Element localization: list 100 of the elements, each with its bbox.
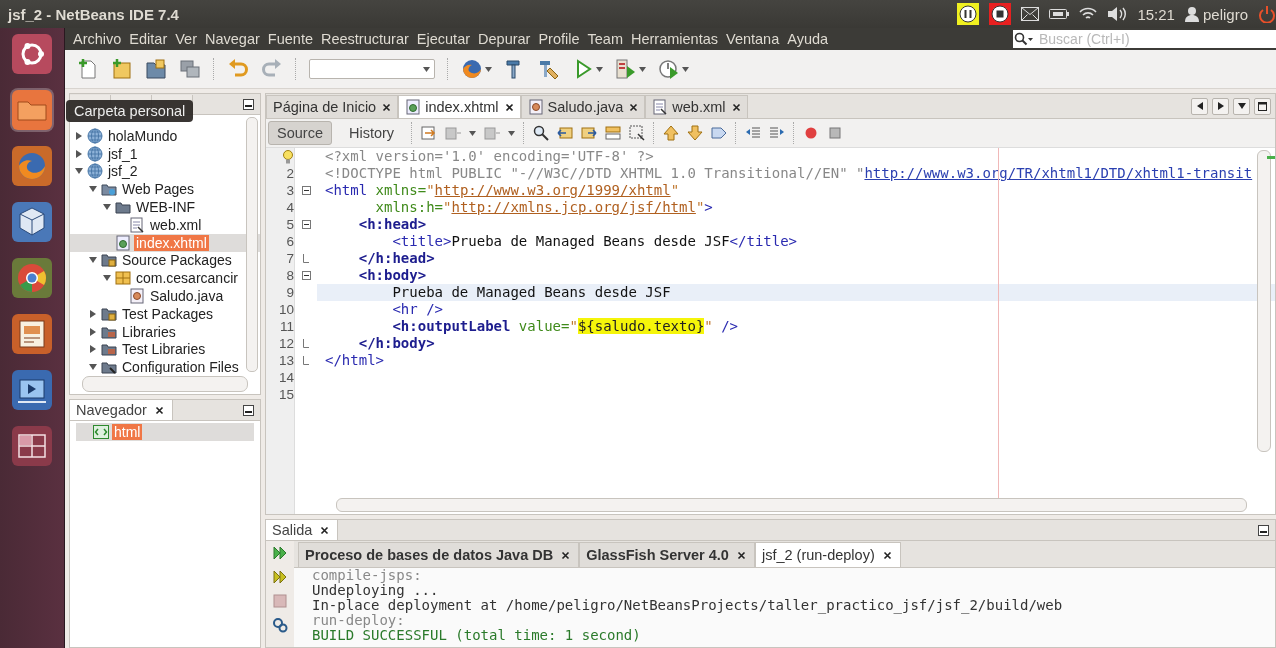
caret-icon[interactable] [423, 66, 430, 72]
wifi-icon[interactable] [1079, 7, 1098, 21]
tree-item[interactable]: jsf_1 [70, 144, 260, 163]
editor-tab[interactable]: Saludo.java [520, 95, 646, 118]
minimize-icon[interactable] [1258, 524, 1269, 536]
debug-icon[interactable] [615, 58, 637, 80]
fold-collapse-icon[interactable] [301, 186, 311, 195]
tree-item[interactable]: jsf_2 [70, 162, 260, 181]
documents-dropdown[interactable] [1233, 97, 1250, 115]
close-icon[interactable] [154, 405, 164, 415]
caret-icon[interactable] [485, 66, 492, 72]
scroll-right-button[interactable] [1212, 97, 1229, 115]
close-icon[interactable] [320, 525, 330, 535]
editor-tab[interactable]: index.xhtml [398, 95, 521, 118]
editor-tab[interactable]: web.xml [645, 95, 748, 118]
find-previous-icon[interactable] [557, 125, 574, 141]
view-toggle[interactable]: Source [268, 121, 332, 145]
tree-item[interactable]: com.cesarcancir [70, 269, 260, 288]
new-project-icon[interactable] [111, 58, 133, 80]
menu-item[interactable]: Team [583, 31, 627, 47]
menu-item[interactable]: Ayuda [783, 31, 833, 47]
fold-collapse-icon[interactable] [301, 271, 311, 280]
search-icon[interactable] [1013, 30, 1035, 48]
menu-item[interactable]: Archivo [69, 31, 126, 47]
maximize-button[interactable] [1254, 97, 1271, 115]
stop-icon[interactable] [991, 5, 1010, 23]
power-icon[interactable] [1258, 5, 1276, 23]
output-tab[interactable]: Proceso de bases de datos Java DB [298, 542, 580, 567]
last-edit-icon[interactable] [421, 125, 438, 141]
expanded-arrow-icon[interactable] [89, 363, 97, 372]
menu-item[interactable]: Reestructurar [317, 31, 413, 47]
search-field[interactable]: Buscar (Ctrl+I) [1035, 30, 1276, 48]
menu-item[interactable]: Profile [534, 31, 584, 47]
output-tab[interactable]: GlassFish Server 4.0 [579, 542, 755, 567]
close-icon[interactable] [629, 102, 639, 112]
caret-icon[interactable] [682, 66, 689, 72]
caret-icon[interactable] [469, 130, 477, 136]
new-file-icon[interactable] [77, 58, 99, 80]
settings-icon[interactable] [272, 617, 288, 633]
profile-icon[interactable] [658, 58, 680, 80]
minimize-icon[interactable] [243, 98, 254, 110]
volume-icon[interactable] [1107, 6, 1128, 22]
menu-item[interactable]: Ver [171, 31, 201, 47]
close-project-icon[interactable] [179, 58, 201, 80]
mail-icon[interactable] [1021, 7, 1040, 21]
rerun-with-options-icon[interactable] [272, 569, 288, 585]
output-tab[interactable]: jsf_2 (run-deploy) [754, 542, 901, 567]
clock[interactable]: 15:21 [1137, 5, 1175, 23]
scrollbar[interactable] [246, 117, 258, 372]
pause-icon[interactable] [959, 5, 978, 23]
caret-icon[interactable] [596, 66, 603, 72]
close-icon[interactable] [882, 550, 892, 560]
close-icon[interactable] [736, 550, 746, 560]
menu-item[interactable]: Ejecutar [412, 31, 475, 47]
tree-item[interactable]: Test Libraries [70, 340, 260, 359]
rerun-icon[interactable] [272, 545, 288, 561]
user-name[interactable]: peligro [1202, 5, 1248, 23]
close-icon[interactable] [504, 102, 514, 112]
toggle-bookmark-icon[interactable] [711, 125, 728, 141]
open-folder-icon[interactable] [145, 58, 167, 80]
tree-item[interactable]: Web Pages [70, 180, 260, 199]
fold-collapse-icon[interactable] [301, 220, 311, 229]
browser-icon[interactable] [461, 58, 483, 80]
tree-item[interactable]: holaMundo [70, 127, 260, 145]
tree-item[interactable]: Test Packages [70, 304, 260, 323]
scrollbar[interactable] [1257, 150, 1271, 452]
tree-item[interactable]: Source Packages [70, 251, 260, 270]
tree-item[interactable]: WEB-INF [70, 198, 260, 216]
select-icon[interactable] [629, 125, 646, 141]
caret-icon[interactable] [639, 66, 646, 72]
panel-tab[interactable]: Salida [266, 520, 339, 540]
close-icon[interactable] [561, 550, 571, 560]
tree-item[interactable]: Libraries [70, 322, 260, 341]
panel-tab[interactable]: Navegador [70, 400, 173, 420]
view-toggle[interactable]: History [339, 121, 404, 145]
clean-build-icon[interactable] [538, 58, 560, 80]
close-icon[interactable] [731, 102, 741, 112]
scrollbar[interactable] [336, 498, 1247, 512]
scrollbar[interactable] [82, 376, 248, 392]
shift-right-icon[interactable] [769, 125, 786, 141]
tree-item[interactable]: web.xml [70, 216, 260, 234]
next-bookmark-icon[interactable] [687, 125, 704, 141]
battery-icon[interactable] [1049, 8, 1070, 20]
menu-item[interactable]: Depurar [474, 31, 535, 47]
previous-bookmark-icon[interactable] [663, 125, 680, 141]
menu-item[interactable]: Herramientas [627, 31, 723, 47]
lightbulb-icon[interactable] [282, 149, 294, 164]
close-icon[interactable] [382, 102, 392, 112]
toggle-highlight-icon[interactable] [605, 125, 622, 141]
menu-item[interactable]: Navegar [201, 31, 264, 47]
menu-item[interactable]: Editar [125, 31, 172, 47]
menu-item[interactable]: Ventana [722, 31, 784, 47]
caret-icon[interactable] [508, 130, 516, 136]
scroll-left-button[interactable] [1191, 97, 1208, 115]
shift-left-icon[interactable] [745, 125, 762, 141]
menu-item[interactable]: Fuente [263, 31, 317, 47]
tree-item[interactable]: Saludo.java [70, 287, 260, 305]
find-icon[interactable] [533, 125, 550, 141]
minimize-icon[interactable] [243, 404, 254, 416]
editor-tab[interactable]: Página de Inicio [266, 95, 399, 118]
